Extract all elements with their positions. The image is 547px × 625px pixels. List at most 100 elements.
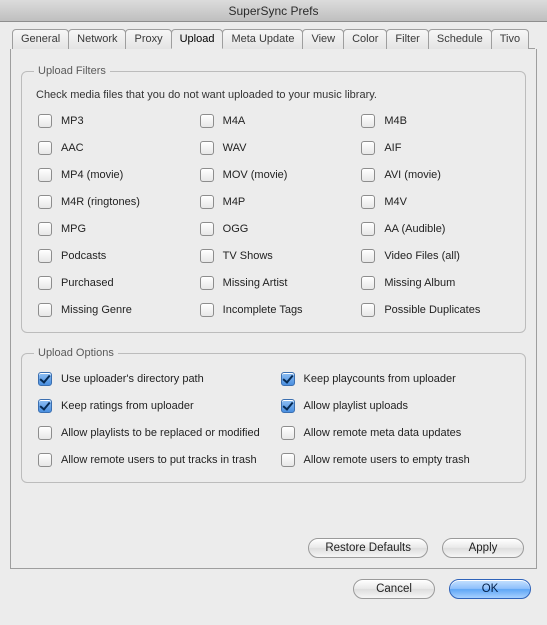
tab-upload[interactable]: Upload: [171, 29, 224, 49]
filter-label: TV Shows: [223, 250, 273, 262]
filter-checkbox[interactable]: [200, 195, 214, 209]
apply-button[interactable]: Apply: [442, 538, 524, 558]
filter-item[interactable]: Missing Artist: [196, 273, 352, 293]
filter-checkbox[interactable]: [200, 303, 214, 317]
filter-checkbox[interactable]: [361, 303, 375, 317]
filter-checkbox[interactable]: [361, 195, 375, 209]
option-checkbox[interactable]: [38, 453, 52, 467]
filter-item[interactable]: M4V: [357, 192, 513, 212]
filter-item[interactable]: M4A: [196, 111, 352, 131]
upload-filters-hint: Check media files that you do not want u…: [36, 89, 513, 101]
filter-label: Missing Artist: [223, 277, 288, 289]
filter-item[interactable]: Podcasts: [34, 246, 190, 266]
filter-label: WAV: [223, 142, 247, 154]
filter-checkbox[interactable]: [361, 276, 375, 290]
tab-tivo[interactable]: Tivo: [491, 29, 529, 49]
filter-checkbox[interactable]: [38, 114, 52, 128]
filter-label: MPG: [61, 223, 86, 235]
filter-item[interactable]: OGG: [196, 219, 352, 239]
filter-item[interactable]: Video Files (all): [357, 246, 513, 266]
filter-checkbox[interactable]: [38, 249, 52, 263]
filter-label: Video Files (all): [384, 250, 460, 262]
option-item[interactable]: Keep ratings from uploader: [34, 396, 271, 416]
filter-checkbox[interactable]: [361, 222, 375, 236]
filter-checkbox[interactable]: [200, 141, 214, 155]
upload-filters-grid: MP3 M4AM4B AAC WAV AIF MP4 (movie) MOV (movie)…: [34, 111, 513, 320]
option-checkbox[interactable]: [281, 399, 295, 413]
option-item[interactable]: Allow playlists to be replaced or modifi…: [34, 423, 271, 443]
filter-item[interactable]: M4P: [196, 192, 352, 212]
filter-item[interactable]: MPG: [34, 219, 190, 239]
tab-proxy[interactable]: Proxy: [125, 29, 171, 49]
filter-label: AVI (movie): [384, 169, 441, 181]
option-item[interactable]: Allow remote users to empty trash: [277, 450, 514, 470]
tab-filter[interactable]: Filter: [386, 29, 428, 49]
option-item[interactable]: Keep playcounts from uploader: [277, 369, 514, 389]
filter-item[interactable]: MP4 (movie): [34, 165, 190, 185]
filter-checkbox[interactable]: [200, 249, 214, 263]
ok-button[interactable]: OK: [449, 579, 531, 599]
tab-schedule[interactable]: Schedule: [428, 29, 492, 49]
option-checkbox[interactable]: [281, 372, 295, 386]
filter-item[interactable]: M4R (ringtones): [34, 192, 190, 212]
filter-item[interactable]: Missing Album: [357, 273, 513, 293]
tab-color[interactable]: Color: [343, 29, 387, 49]
tab-network[interactable]: Network: [68, 29, 126, 49]
option-checkbox[interactable]: [281, 453, 295, 467]
filter-label: Incomplete Tags: [223, 304, 303, 316]
filter-item[interactable]: Incomplete Tags: [196, 300, 352, 320]
filter-checkbox[interactable]: [200, 222, 214, 236]
filter-label: Missing Genre: [61, 304, 132, 316]
filter-checkbox[interactable]: [38, 303, 52, 317]
filter-item[interactable]: Purchased: [34, 273, 190, 293]
filter-item[interactable]: WAV: [196, 138, 352, 158]
filter-checkbox[interactable]: [38, 141, 52, 155]
filter-item[interactable]: Possible Duplicates: [357, 300, 513, 320]
filter-item[interactable]: M4B: [357, 111, 513, 131]
option-checkbox[interactable]: [38, 372, 52, 386]
filter-checkbox[interactable]: [38, 222, 52, 236]
option-item[interactable]: Allow playlist uploads: [277, 396, 514, 416]
filter-item[interactable]: Missing Genre: [34, 300, 190, 320]
upload-filters-group: Upload Filters Check media files that yo…: [21, 65, 526, 333]
filter-checkbox[interactable]: [361, 141, 375, 155]
filter-item[interactable]: MP3: [34, 111, 190, 131]
filter-label: Purchased: [61, 277, 114, 289]
filter-checkbox[interactable]: [38, 195, 52, 209]
filter-checkbox[interactable]: [361, 168, 375, 182]
filter-item[interactable]: AIF: [357, 138, 513, 158]
filter-checkbox[interactable]: [38, 168, 52, 182]
tab-general[interactable]: General: [12, 29, 69, 49]
filter-checkbox[interactable]: [361, 249, 375, 263]
tab-bar: General Network Proxy Upload Meta Update…: [12, 28, 535, 49]
tab-meta-update[interactable]: Meta Update: [222, 29, 303, 49]
option-checkbox[interactable]: [38, 399, 52, 413]
filter-checkbox[interactable]: [361, 114, 375, 128]
filter-label: M4P: [223, 196, 246, 208]
filter-item[interactable]: AA (Audible): [357, 219, 513, 239]
filter-checkbox[interactable]: [200, 168, 214, 182]
restore-defaults-button[interactable]: Restore Defaults: [308, 538, 428, 558]
filter-item[interactable]: TV Shows: [196, 246, 352, 266]
filter-label: MP4 (movie): [61, 169, 123, 181]
filter-checkbox[interactable]: [200, 114, 214, 128]
filter-label: M4R (ringtones): [61, 196, 140, 208]
option-label: Keep playcounts from uploader: [304, 373, 456, 385]
tab-pane-upload: Upload Filters Check media files that yo…: [10, 49, 537, 569]
filter-label: Podcasts: [61, 250, 106, 262]
filter-label: AAC: [61, 142, 84, 154]
option-checkbox[interactable]: [38, 426, 52, 440]
window-title: SuperSync Prefs: [0, 0, 547, 22]
option-label: Allow remote meta data updates: [304, 427, 462, 439]
tab-view[interactable]: View: [302, 29, 344, 49]
option-item[interactable]: Allow remote users to put tracks in tras…: [34, 450, 271, 470]
filter-checkbox[interactable]: [200, 276, 214, 290]
cancel-button[interactable]: Cancel: [353, 579, 435, 599]
option-checkbox[interactable]: [281, 426, 295, 440]
filter-item[interactable]: MOV (movie): [196, 165, 352, 185]
filter-item[interactable]: AVI (movie): [357, 165, 513, 185]
filter-item[interactable]: AAC: [34, 138, 190, 158]
option-item[interactable]: Allow remote meta data updates: [277, 423, 514, 443]
filter-checkbox[interactable]: [38, 276, 52, 290]
option-item[interactable]: Use uploader's directory path: [34, 369, 271, 389]
